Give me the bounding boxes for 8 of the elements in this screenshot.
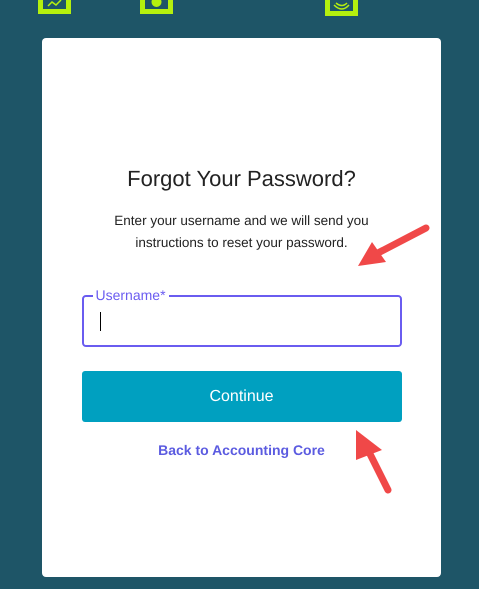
gear-icon[interactable] [140, 0, 173, 14]
continue-button[interactable]: Continue [82, 371, 402, 422]
leaf-icon[interactable] [325, 0, 358, 16]
instructions-text: Enter your username and we will send you instructions to reset your password. [113, 212, 370, 252]
chart-icon[interactable] [38, 0, 71, 14]
back-link[interactable]: Back to Accounting Core [158, 442, 325, 458]
page-title: Forgot Your Password? [127, 166, 356, 192]
field-label: Username* [92, 287, 169, 303]
